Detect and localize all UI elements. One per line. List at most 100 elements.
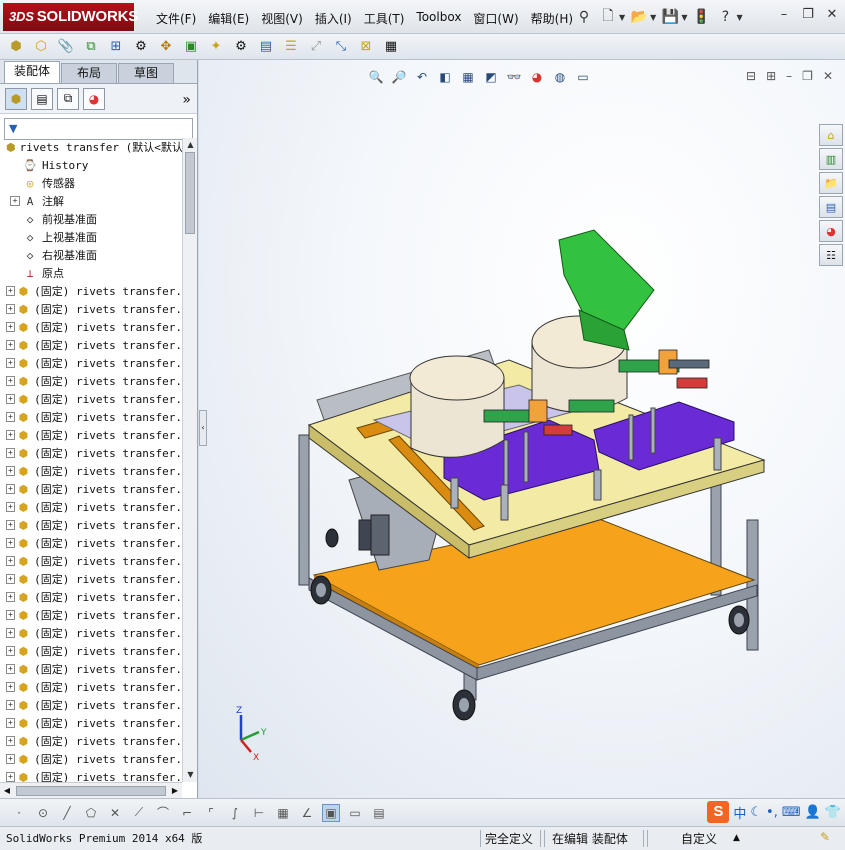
polygon-icon[interactable]: ⬠ bbox=[82, 804, 100, 822]
expand-icon[interactable]: + bbox=[6, 322, 15, 332]
tab-assembly[interactable]: 装配体 bbox=[4, 61, 60, 83]
expand-icon[interactable]: + bbox=[6, 718, 15, 728]
point-icon[interactable]: · bbox=[10, 804, 28, 822]
view-palette-icon[interactable]: ▤ bbox=[819, 196, 843, 218]
insert-component-icon[interactable]: ⬢ bbox=[6, 37, 26, 57]
tree-item-component[interactable]: + ⬢ (固定) rivets transfer. bbox=[0, 300, 182, 318]
tree-item-component[interactable]: + ⬢ (固定) rivets transfer. bbox=[0, 516, 182, 534]
spline-icon[interactable]: ∫ bbox=[226, 804, 244, 822]
skin-icon[interactable]: 👕 bbox=[825, 805, 841, 820]
tag-icon[interactable]: ✎ bbox=[820, 830, 830, 844]
expand-icon[interactable]: + bbox=[6, 340, 15, 350]
expand-icon[interactable]: + bbox=[6, 574, 15, 584]
tree-item-feature[interactable]: ◇ 前视基准面 bbox=[0, 210, 182, 228]
expand-icon[interactable]: + bbox=[6, 772, 15, 782]
window-icon[interactable]: ▭ bbox=[346, 804, 364, 822]
expand-icon[interactable]: + bbox=[6, 646, 15, 656]
bill-of-materials-icon[interactable]: ☰ bbox=[281, 37, 301, 57]
menu-toolbox[interactable]: Toolbox bbox=[410, 8, 467, 28]
expand-icon[interactable]: + bbox=[6, 520, 15, 530]
assembly-model[interactable]: Z Y X bbox=[199, 60, 845, 798]
chevron-down-icon[interactable]: ▼ bbox=[681, 13, 687, 22]
expand-icon[interactable]: + bbox=[6, 376, 15, 386]
assembly-features-icon[interactable]: ✦ bbox=[206, 37, 226, 57]
save-icon[interactable]: 💾 bbox=[660, 7, 680, 27]
tree-item-feature[interactable]: ⊥ 原点 bbox=[0, 264, 182, 282]
tree-item-component[interactable]: + ⬢ (固定) rivets transfer. bbox=[0, 426, 182, 444]
expand-icon[interactable]: + bbox=[6, 556, 15, 566]
tree-item-component[interactable]: + ⬢ (固定) rivets transfer. bbox=[0, 498, 182, 516]
feature-filter[interactable]: ▼ bbox=[4, 118, 193, 140]
scroll-up-icon[interactable]: ▲ bbox=[183, 138, 198, 152]
tree-item-component[interactable]: + ⬢ (固定) rivets transfer. bbox=[0, 552, 182, 570]
expand-icon[interactable]: + bbox=[10, 196, 20, 206]
tree-item-component[interactable]: + ⬢ (固定) rivets transfer. bbox=[0, 480, 182, 498]
tree-item-component[interactable]: + ⬢ (固定) rivets transfer. bbox=[0, 588, 182, 606]
keyboard-icon[interactable]: ⌨ bbox=[782, 805, 801, 820]
expand-icon[interactable]: + bbox=[6, 448, 15, 458]
reference-geometry-icon[interactable]: ⚙ bbox=[231, 37, 251, 57]
tree-item-component[interactable]: + ⬢ (固定) rivets transfer. bbox=[0, 624, 182, 642]
expand-icon[interactable]: + bbox=[6, 484, 15, 494]
moon-icon[interactable]: ☾ bbox=[750, 805, 762, 820]
scroll-thumb[interactable] bbox=[16, 786, 166, 796]
menu-window[interactable]: 窗口(W) bbox=[467, 8, 524, 28]
tree-item-component[interactable]: + ⬢ (固定) rivets transfer. bbox=[0, 462, 182, 480]
graphics-area[interactable]: ‹ 🔍 🔎 ↶ ◧ ▦ ◩ 👓 ◕ ◍ ▭ ⊟ ⊞ – ❐ ✕ Z Y X ⌂ … bbox=[199, 60, 845, 798]
menu-tools[interactable]: 工具(T) bbox=[358, 8, 411, 28]
tree-item-component[interactable]: + ⬢ (固定) rivets transfer. bbox=[0, 732, 182, 750]
rebuild-traffic-light-icon[interactable]: 🚦 bbox=[691, 7, 711, 27]
instant3d-icon[interactable]: ▦ bbox=[381, 37, 401, 57]
expand-icon[interactable]: + bbox=[6, 592, 15, 602]
restore-icon[interactable]: ❐ bbox=[799, 6, 817, 24]
smart-fasteners-icon[interactable]: ⚙ bbox=[131, 37, 151, 57]
tree-item-component[interactable]: + ⬢ (固定) rivets transfer. bbox=[0, 714, 182, 732]
chevron-up-icon[interactable]: ▲ bbox=[733, 833, 740, 843]
sogou-ime-icon[interactable]: S bbox=[707, 801, 730, 823]
punctuation-icon[interactable]: •, bbox=[766, 805, 778, 820]
expand-icon[interactable]: + bbox=[6, 394, 15, 404]
home-icon[interactable]: ⌂ bbox=[819, 124, 843, 146]
open-folder-icon[interactable]: 📂 bbox=[629, 7, 649, 27]
sketch-fillet-icon[interactable]: ⌒ bbox=[154, 804, 172, 822]
show-hidden-icon[interactable]: ▣ bbox=[181, 37, 201, 57]
expand-icon[interactable]: + bbox=[6, 682, 15, 692]
tree-item-component[interactable]: + ⬢ (固定) rivets transfer. bbox=[0, 678, 182, 696]
expand-icon[interactable]: + bbox=[6, 736, 15, 746]
units-selector[interactable]: 自定义 bbox=[681, 830, 717, 847]
menu-view[interactable]: 视图(V) bbox=[255, 8, 309, 28]
corner-rectangle-icon[interactable]: ⌜ bbox=[202, 804, 220, 822]
tree-item-component[interactable]: + ⬢ (固定) rivets transfer. bbox=[0, 570, 182, 588]
angle-icon[interactable]: ∠ bbox=[298, 804, 316, 822]
menu-edit[interactable]: 编辑(E) bbox=[202, 8, 255, 28]
tree-vertical-scrollbar[interactable]: ▲ ▼ bbox=[182, 138, 197, 782]
tree-item-component[interactable]: + ⬢ (固定) rivets transfer. bbox=[0, 696, 182, 714]
tree-item-component[interactable]: + ⬢ (固定) rivets transfer. bbox=[0, 390, 182, 408]
shaded-display-icon[interactable]: ▣ bbox=[322, 803, 340, 822]
custom-properties-icon[interactable]: ☷ bbox=[819, 244, 843, 266]
close-icon[interactable]: ✕ bbox=[823, 6, 841, 24]
interference-detection-icon[interactable]: ⊠ bbox=[356, 37, 376, 57]
expand-icon[interactable]: + bbox=[6, 538, 15, 548]
menu-insert[interactable]: 插入(I) bbox=[309, 8, 358, 28]
tree-item-feature[interactable]: ◎ 传感器 bbox=[0, 174, 182, 192]
tree-item-feature[interactable]: ◇ 上视基准面 bbox=[0, 228, 182, 246]
display-manager-icon[interactable]: ◕ bbox=[83, 87, 105, 110]
paperclip-icon[interactable]: 📎 bbox=[56, 37, 76, 57]
new-motion-study-icon[interactable]: ▤ bbox=[256, 37, 276, 57]
tree-item-component[interactable]: + ⬢ (固定) rivets transfer. bbox=[0, 444, 182, 462]
move-component-icon[interactable]: ✥ bbox=[156, 37, 176, 57]
tree-item-feature[interactable]: ◇ 右视基准面 bbox=[0, 246, 182, 264]
tree-item-component[interactable]: + ⬢ (固定) rivets transfer. bbox=[0, 318, 182, 336]
help-icon[interactable]: ? bbox=[715, 7, 735, 27]
property-manager-icon[interactable]: ▤ bbox=[31, 87, 53, 110]
new-document-icon[interactable]: 🗋 bbox=[598, 7, 618, 27]
tree-item-component[interactable]: + ⬢ (固定) rivets transfer. bbox=[0, 660, 182, 678]
tree-item-component[interactable]: + ⬢ (固定) rivets transfer. bbox=[0, 354, 182, 372]
scroll-thumb[interactable] bbox=[185, 152, 195, 234]
expand-icon[interactable]: + bbox=[6, 358, 15, 368]
tree-item-component[interactable]: + ⬢ (固定) rivets transfer. bbox=[0, 282, 182, 300]
file-explorer-icon[interactable]: 📁 bbox=[819, 172, 843, 194]
tree-item-component[interactable]: + ⬢ (固定) rivets transfer. bbox=[0, 606, 182, 624]
centerline-icon[interactable]: ⟋ bbox=[130, 804, 148, 822]
